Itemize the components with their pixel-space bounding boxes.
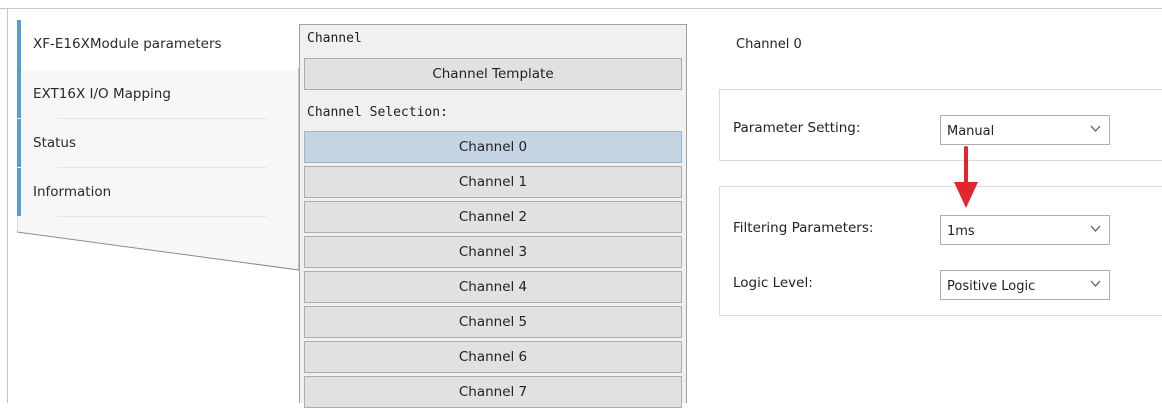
chevron-down-icon — [1090, 125, 1101, 132]
channel-selection-label: Channel Selection: — [307, 105, 448, 120]
channel-button-6[interactable]: Channel 6 — [304, 341, 682, 373]
window-left-border — [7, 8, 8, 403]
channel-button-3[interactable]: Channel 3 — [304, 236, 682, 268]
nav-item-io-mapping[interactable]: EXT16X I/O Mapping — [17, 70, 297, 118]
nav-item-label: Information — [33, 184, 112, 200]
filtering-parameters-value: 1ms — [947, 224, 975, 239]
channel-panel: Channel Channel Template Channel Selecti… — [299, 24, 687, 408]
channel-button-0[interactable]: Channel 0 — [304, 131, 682, 163]
nav-separator — [57, 216, 267, 217]
annotation-arrow-icon — [954, 146, 978, 208]
logic-level-label: Logic Level: — [733, 275, 813, 291]
nav-item-status[interactable]: Status — [17, 119, 297, 167]
nav-item-information[interactable]: Information — [17, 168, 297, 216]
module-nav: XF-E16XModule parameters EXT16X I/O Mapp… — [17, 20, 300, 271]
nav-item-label: EXT16X I/O Mapping — [33, 86, 171, 102]
chevron-down-icon — [1090, 225, 1101, 232]
chevron-down-icon — [1090, 280, 1101, 287]
parameter-setting-label: Parameter Setting: — [733, 120, 861, 136]
channel-button-2[interactable]: Channel 2 — [304, 201, 682, 233]
parameter-setting-group: Parameter Setting: Manual — [719, 89, 1162, 161]
channel-button-7[interactable]: Channel 7 — [304, 376, 682, 408]
parameter-setting-value: Manual — [947, 124, 995, 139]
nav-item-label: XF-E16XModule parameters — [33, 36, 222, 52]
channel-button-5[interactable]: Channel 5 — [304, 306, 682, 338]
logic-level-select[interactable]: Positive Logic — [940, 270, 1110, 300]
window-top-border — [0, 8, 1162, 9]
channel-button-1[interactable]: Channel 1 — [304, 166, 682, 198]
filtering-parameters-select[interactable]: 1ms — [940, 215, 1110, 245]
channel-button-4[interactable]: Channel 4 — [304, 271, 682, 303]
logic-level-value: Positive Logic — [947, 279, 1036, 294]
nav-item-label: Status — [33, 135, 77, 151]
nav-item-module-parameters[interactable]: XF-E16XModule parameters — [17, 20, 297, 70]
channel-title: Channel 0 — [736, 37, 802, 52]
filtering-parameters-label: Filtering Parameters: — [733, 220, 874, 236]
filter-logic-group: Filtering Parameters: 1ms Logic Level: P… — [719, 186, 1162, 316]
parameter-setting-select[interactable]: Manual — [940, 115, 1110, 145]
channel-panel-header: Channel — [307, 31, 362, 46]
channel-template-button[interactable]: Channel Template — [304, 58, 682, 90]
